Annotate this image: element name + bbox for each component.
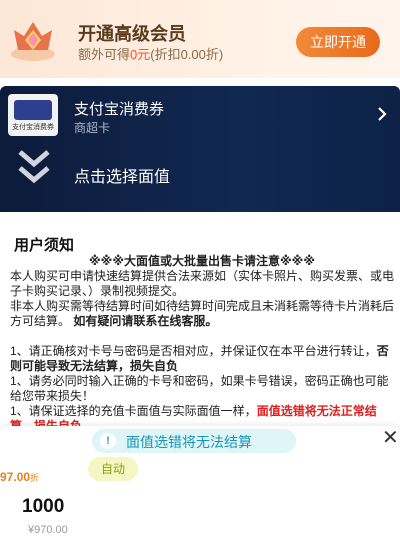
chevron-right-icon[interactable] (376, 106, 388, 122)
double-chevron-down-icon[interactable] (16, 146, 52, 190)
notice-title: 用户须知 (14, 237, 75, 254)
close-icon[interactable]: ✕ (382, 428, 399, 448)
notice-paragraph: 非本人购买需等待结算时间如待结算时间完成且未消耗需等待卡片消耗后方可结算。 如有… (10, 299, 395, 328)
face-value-sheet: ! 面值选错将无法结算 ✕ 97.00折 自动 1000 ¥970.00 (0, 426, 400, 556)
product-title: 支付宝消费券 (74, 101, 165, 118)
notice-paragraph: 本人购买可申请快速结算提供合法来源如（实体卡照片、购买发票、或电子卡购买记录、）… (10, 269, 395, 298)
auto-badge: 自动 (88, 457, 138, 481)
vip-title: 开通高级会员 (78, 24, 186, 44)
discount-label: 97.00折 (0, 470, 40, 484)
notice-headline: ※※※大面值或大批量出售卡请注意※※※ (89, 254, 315, 268)
notice-item: 1、请正确核对卡号与密码是否相对应，并保证仅在本平台进行转让，否则可能导致无法结… (10, 344, 389, 373)
user-notice: 用户须知 ※※※大面值或大批量出售卡请注意※※※ 本人购买可申请快速结算提供合法… (0, 220, 400, 433)
product-subtitle: 商超卡 (74, 121, 111, 135)
activate-vip-button[interactable]: 立即开通 (296, 27, 380, 57)
face-value-option[interactable]: 1000 (22, 496, 64, 518)
product-card[interactable]: 支付宝消费券 支付宝消费券 商超卡 点击选择面值 (0, 86, 400, 212)
notice-item: 1、请务必同时输入正确的卡号和密码，如果卡号错误，密码正确也可能给您带来损失！ (10, 374, 389, 403)
product-image: 支付宝消费券 (8, 94, 58, 136)
diamond-crown-icon (11, 22, 55, 61)
warning-text: 面值选错将无法结算 (126, 434, 252, 450)
exclamation-icon: ! (100, 433, 116, 449)
vip-subtitle: 额外可得0元(折扣0.00折) (78, 47, 224, 62)
vip-banner[interactable]: 开通高级会员 额外可得0元(折扣0.00折) 立即开通 (0, 0, 400, 78)
notice-body: ※※※大面值或大批量出售卡请注意※※※ 本人购买可申请快速结算提供合法来源如（实… (10, 254, 394, 434)
select-face-value-button[interactable]: 点击选择面值 (74, 163, 170, 187)
warning-toast: ! 面值选错将无法结算 (92, 429, 296, 453)
price-label: ¥970.00 (28, 524, 68, 536)
